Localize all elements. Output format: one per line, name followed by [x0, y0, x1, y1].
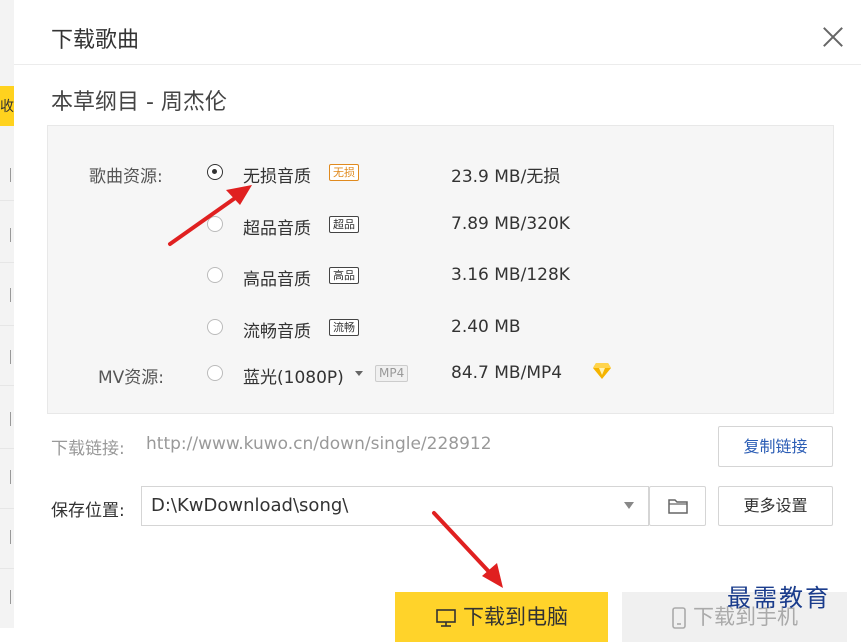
download-link-label: 下载链接:	[51, 439, 125, 459]
quality-panel: 歌曲资源: 无损音质 无损 23.9 MB/无损 超品音质 超品 7.89 MB…	[47, 125, 834, 414]
radio-lossless[interactable]	[207, 164, 223, 180]
option-smooth-label[interactable]: 流畅音质	[243, 317, 311, 342]
close-icon[interactable]	[820, 24, 846, 50]
save-path-input[interactable]: D:\KwDownload\song\	[141, 486, 649, 526]
download-dialog: 下载歌曲 本草纲目 - 周杰伦 歌曲资源: 无损音质 无损 23.9 MB/无损…	[14, 0, 861, 642]
download-to-pc-button[interactable]: 下载到电脑	[395, 592, 608, 642]
background-tick	[2, 530, 11, 544]
radio-high[interactable]	[207, 267, 223, 283]
high-badge: 高品	[329, 267, 359, 284]
option-high-size: 3.16 MB/128K	[451, 265, 570, 285]
background-tick	[2, 590, 11, 604]
dialog-title: 下载歌曲	[51, 28, 140, 53]
background-divider	[0, 325, 14, 326]
background-divider	[0, 508, 14, 509]
download-link-url[interactable]: http://www.kuwo.cn/down/single/228912	[146, 434, 492, 454]
mv-quality-dropdown-icon[interactable]	[355, 371, 363, 376]
option-high-label[interactable]: 高品音质	[243, 265, 311, 290]
background-divider	[0, 448, 14, 449]
radio-mv-bluray[interactable]	[207, 365, 223, 381]
computer-icon	[436, 609, 456, 627]
background-tick	[2, 288, 11, 302]
background-tab-text: 收	[0, 99, 14, 115]
super-badge: 超品	[329, 216, 359, 233]
option-super-size: 7.89 MB/320K	[451, 214, 570, 234]
copy-link-button[interactable]: 复制链接	[718, 426, 833, 467]
background-tick	[2, 412, 11, 426]
browse-folder-button[interactable]	[649, 486, 706, 526]
mp4-badge: MP4	[375, 365, 409, 382]
folder-icon	[667, 499, 688, 514]
option-mv-label[interactable]: 蓝光(1080P)	[243, 363, 344, 388]
header-divider	[14, 64, 861, 65]
radio-smooth[interactable]	[207, 319, 223, 335]
background-tick	[2, 350, 11, 364]
song-name: 本草纲目 - 周杰伦	[51, 90, 227, 115]
song-source-label: 歌曲资源:	[89, 167, 163, 187]
smooth-badge: 流畅	[329, 319, 359, 336]
watermark: 最需教育	[727, 584, 831, 612]
option-smooth-size: 2.40 MB	[451, 317, 521, 337]
background-tab: 收	[0, 86, 14, 126]
option-lossless-label[interactable]: 无损音质	[243, 162, 311, 187]
path-dropdown-icon[interactable]	[624, 502, 634, 509]
download-to-pc-label: 下载到电脑	[463, 605, 568, 629]
option-super-label[interactable]: 超品音质	[243, 214, 311, 239]
vip-diamond-icon	[593, 363, 611, 379]
mv-source-label: MV资源:	[98, 368, 165, 388]
save-location-label: 保存位置:	[51, 501, 125, 521]
background-divider	[0, 262, 14, 263]
option-lossless-size: 23.9 MB/无损	[451, 167, 561, 187]
option-mv-size: 84.7 MB/MP4	[451, 363, 563, 383]
background-tick	[2, 470, 11, 484]
lossless-badge: 无损	[329, 164, 359, 181]
phone-icon	[672, 607, 686, 629]
background-divider	[0, 568, 14, 569]
more-settings-button[interactable]: 更多设置	[718, 486, 833, 526]
background-app-strip: 收	[0, 0, 15, 628]
background-tick	[2, 228, 11, 242]
background-divider	[0, 200, 14, 201]
background-divider	[0, 385, 14, 386]
radio-super[interactable]	[207, 216, 223, 232]
background-tick	[2, 168, 11, 182]
